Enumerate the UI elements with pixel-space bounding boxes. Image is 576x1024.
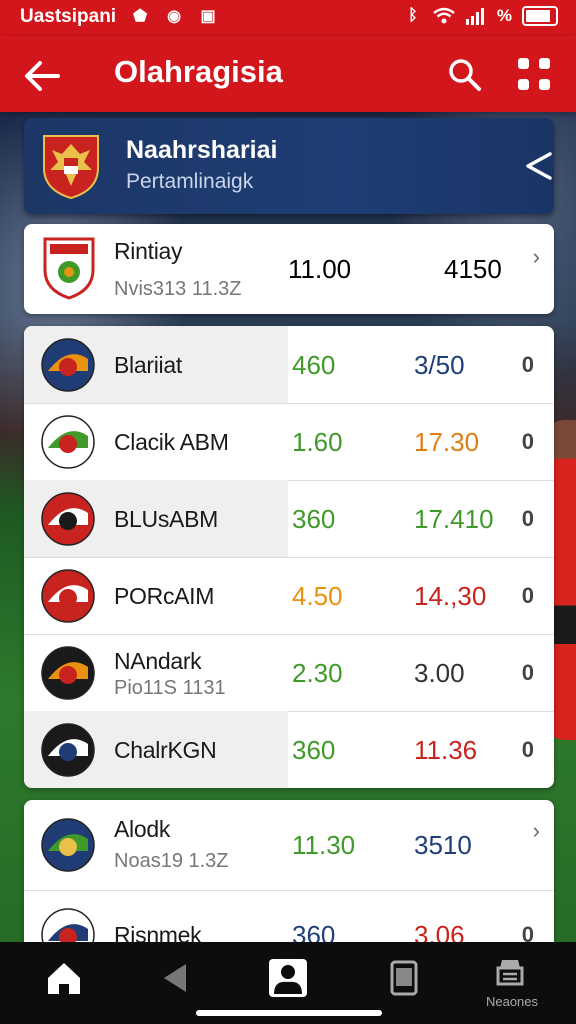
team-name: Clacik ABM	[114, 429, 229, 455]
team-crest-icon	[41, 492, 95, 546]
row-counter: 0	[521, 506, 534, 531]
odd-home[interactable]: 2.30	[292, 658, 382, 689]
match-time: Noas19 1.3Z	[114, 850, 229, 872]
team-crest-icon	[43, 237, 95, 300]
league-header[interactable]: Naahrshariai Pertamlinaigk	[24, 118, 554, 214]
team-profile-icon[interactable]	[266, 956, 310, 1000]
team-name: Blariiat	[114, 352, 182, 378]
odd-home[interactable]: 360	[292, 920, 382, 942]
team-crest-icon	[41, 646, 95, 700]
odd-home[interactable]: 4.50	[292, 581, 382, 612]
document-icon[interactable]	[384, 958, 424, 998]
odd-away[interactable]: 3/50	[414, 350, 524, 381]
team-name: NAndark	[114, 648, 202, 674]
odd-home[interactable]: 11.00	[288, 254, 378, 285]
odd-away[interactable]: 11.36	[414, 735, 524, 766]
expand-chevron-icon[interactable]: ›	[533, 244, 540, 270]
match-row[interactable]: Risnmek 360 3.06 0	[24, 890, 554, 942]
match-row[interactable]: Blariiat 460 3/50 0	[24, 326, 554, 404]
odd-away[interactable]: 14.,30	[414, 581, 524, 612]
match-row[interactable]: BLUsABM 360 17.410 0	[24, 480, 554, 558]
odd-away[interactable]: 17.410	[414, 504, 524, 535]
league-crest-icon	[43, 135, 99, 200]
team-name: ChalrKGN	[114, 737, 217, 763]
team-crest-icon	[41, 338, 95, 392]
league-subtitle: Pertamlinaigk	[126, 170, 254, 193]
page-title: Olahragisia	[114, 54, 283, 89]
signal-icon	[465, 8, 484, 25]
match-row[interactable]: NAndark Pio11S 1131 2.30 3.00 0	[24, 634, 554, 712]
match-card-3: Alodk Noas19 1.3Z 11.30 3510 › Risnmek 360 3.06…	[24, 800, 554, 942]
odd-away[interactable]: 3.06	[414, 920, 524, 942]
row-counter: 0	[521, 352, 534, 377]
team-crest-icon	[41, 723, 95, 777]
grid-menu-icon[interactable]	[514, 54, 554, 94]
team-name: Alodk	[114, 816, 171, 842]
match-time: Nvis313 11.3Z	[114, 278, 242, 300]
team-name: PORcAIM	[114, 583, 215, 609]
odd-home[interactable]: 460	[292, 350, 382, 381]
nav-label-news: Neaones	[485, 994, 539, 1009]
row-counter: 0	[521, 660, 534, 685]
odd-home[interactable]: 11.30	[292, 830, 382, 861]
carrier-name: Uastsipani	[20, 6, 117, 27]
wifi-icon	[433, 7, 455, 24]
bluetooth-icon: ᛒ	[408, 7, 418, 24]
battery-icon	[522, 6, 558, 26]
odd-home[interactable]: 1.60	[292, 427, 382, 458]
odd-away[interactable]: 3.00	[414, 658, 524, 689]
team-crest-icon	[41, 415, 95, 469]
shield-icon: ⬟	[133, 8, 148, 25]
battery-percent: %	[496, 6, 512, 25]
search-icon[interactable]	[444, 54, 484, 94]
row-counter: 0	[521, 429, 534, 454]
team-name: Risnmek	[114, 922, 202, 942]
odd-away[interactable]: 3510	[414, 830, 524, 861]
odd-home[interactable]: 360	[292, 735, 382, 766]
message-icon: ▣	[200, 8, 216, 25]
match-time: Pio11S 1131	[114, 677, 226, 699]
team-crest-icon	[41, 818, 95, 872]
match-row[interactable]: Alodk Noas19 1.3Z 11.30 3510 ›	[24, 800, 554, 891]
news-icon[interactable]	[492, 954, 528, 990]
notification-icon: ◉	[167, 8, 182, 25]
match-row[interactable]: PORcAIM 4.50 14.,30 0	[24, 557, 554, 635]
match-row[interactable]: Rintiay Nvis313 11.3Z 11.00 4150 ›	[24, 224, 554, 314]
app-bar: Olahragisia	[0, 36, 576, 112]
collapse-chevron-icon[interactable]	[520, 148, 556, 184]
back-arrow-icon[interactable]	[20, 54, 64, 98]
team-name: Rintiay	[114, 238, 183, 264]
status-bar: Uastsipani ⬟ ◉ ▣ ᛒ %	[0, 0, 576, 36]
row-counter: 0	[521, 583, 534, 608]
row-counter: 0	[521, 737, 534, 762]
match-row[interactable]: Clacik ABM 1.60 17.30 0	[24, 403, 554, 481]
team-crest-icon	[41, 569, 95, 623]
odd-away[interactable]: 17.30	[414, 427, 524, 458]
team-name: BLUsABM	[114, 506, 218, 532]
match-card-2: Blariiat 460 3/50 0 Clacik ABM 1.60 17.30 0 BLUs…	[24, 326, 554, 788]
league-name: Naahrshariai	[126, 136, 278, 164]
odd-home[interactable]: 360	[292, 504, 382, 535]
expand-chevron-icon[interactable]: ›	[533, 818, 540, 844]
match-card-1: Rintiay Nvis313 11.3Z 11.00 4150 ›	[24, 224, 554, 314]
home-indicator	[196, 1010, 382, 1016]
home-icon[interactable]	[44, 958, 84, 998]
team-crest-icon	[41, 908, 95, 942]
back-triangle-icon[interactable]	[156, 958, 196, 998]
match-row[interactable]: ChalrKGN 360 11.36 0	[24, 711, 554, 788]
row-counter: 0	[521, 922, 534, 942]
